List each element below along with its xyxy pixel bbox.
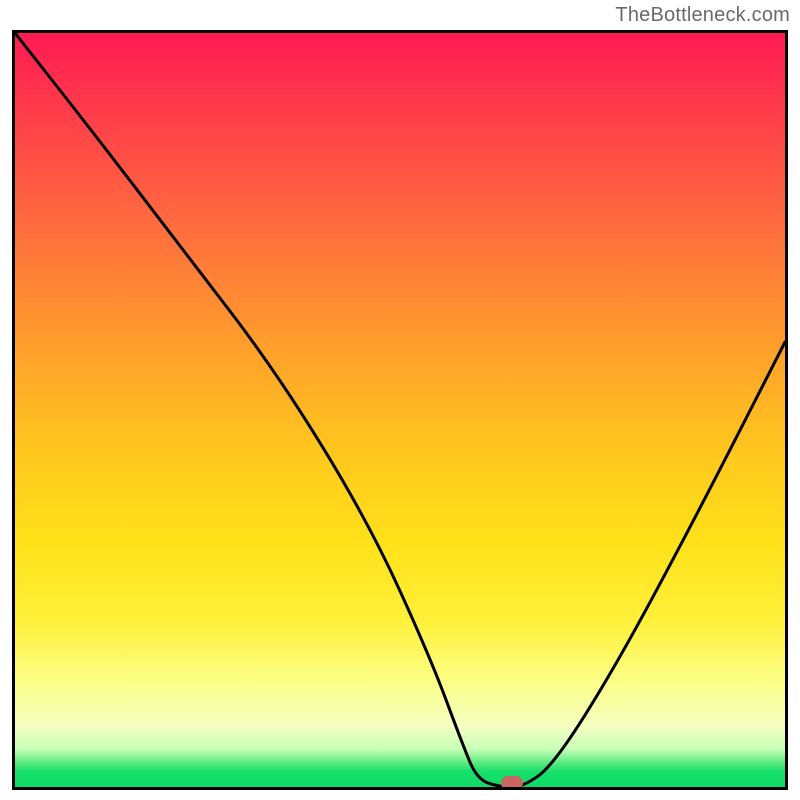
- chart-container: TheBottleneck.com: [0, 0, 800, 800]
- bottleneck-curve: [15, 33, 785, 787]
- plot-frame: [12, 30, 788, 790]
- curve-svg: [15, 33, 785, 787]
- watermark-text: TheBottleneck.com: [615, 4, 790, 27]
- optimal-point-marker: [501, 776, 523, 790]
